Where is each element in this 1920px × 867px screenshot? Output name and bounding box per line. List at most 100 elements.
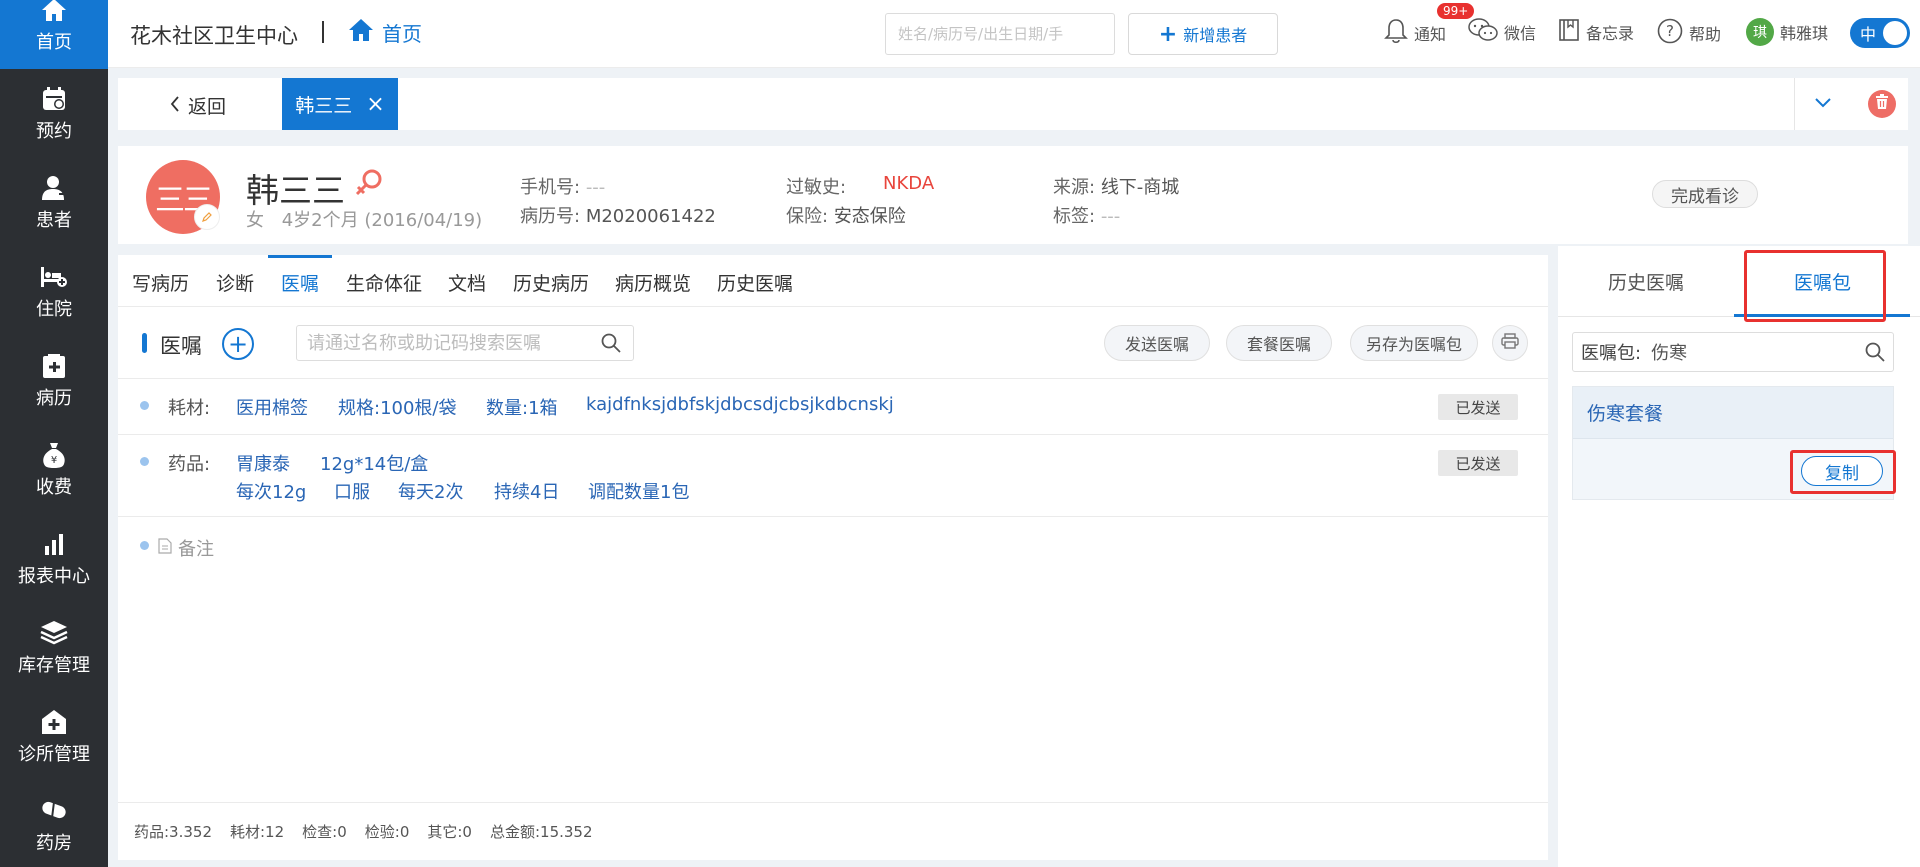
tab-patient-hansansan[interactable]: 韩三三 × [282, 78, 398, 130]
copy-button[interactable]: 复制 [1801, 456, 1883, 486]
title-divider [322, 21, 324, 43]
wechat-button[interactable]: 微信 [1468, 18, 1536, 46]
row-bullet [140, 541, 149, 550]
total-drug: 药品:3.352 [134, 823, 212, 841]
tabbar-divider [1794, 78, 1795, 130]
plus-icon: + [1158, 21, 1178, 47]
patient-tab-bar: 返回 韩三三 × [118, 78, 1908, 130]
row-bullet [140, 457, 149, 466]
tab-order-package[interactable]: 医嘱包 [1794, 268, 1851, 295]
wechat-icon [1468, 18, 1498, 46]
nav-pharmacy[interactable]: 药房 [0, 781, 108, 867]
tag-field: 标签: --- [1053, 202, 1120, 228]
tab-orders[interactable]: 医嘱 [281, 269, 319, 296]
back-button[interactable]: 返回 [170, 92, 226, 119]
total-test: 检验:0 [364, 823, 410, 841]
row-bullet [140, 401, 149, 410]
record-number-label: 病历号: [520, 206, 581, 227]
user-name: 韩雅琪 [1780, 24, 1829, 43]
save-as-package-button[interactable]: 另存为医嘱包 [1350, 325, 1478, 361]
package-card: 伤寒套餐 复制 [1572, 386, 1894, 500]
patient-search-input[interactable] [885, 13, 1115, 55]
order-search-input[interactable] [296, 325, 634, 361]
memo-button[interactable]: 备忘录 [1558, 18, 1634, 46]
source-label: 来源: [1053, 177, 1096, 198]
chevron-left-icon [170, 95, 180, 117]
notification-button[interactable]: 通知 [1384, 18, 1446, 48]
layers-icon [40, 619, 68, 647]
phone-value: --- [585, 177, 606, 198]
record-number-field: 病历号: M2020061422 [520, 202, 716, 228]
total-exam: 检查:0 [302, 823, 347, 841]
chevron-down-icon[interactable] [1814, 94, 1832, 113]
user-menu[interactable]: 琪 韩雅琪 [1746, 18, 1828, 46]
tab-history-orders-right[interactable]: 历史医嘱 [1608, 268, 1684, 295]
order-quantity: 数量:1箱 [486, 398, 558, 419]
source-value: 线下-商城 [1100, 177, 1180, 198]
notebook-icon [1558, 18, 1580, 46]
help-label: 帮助 [1689, 25, 1722, 44]
orders-title: 医嘱 [160, 334, 202, 358]
help-button[interactable]: ? 帮助 [1657, 18, 1721, 48]
tab-record-overview[interactable]: 病历概览 [615, 269, 691, 296]
tab-documents[interactable]: 文档 [448, 269, 486, 296]
package-search-input[interactable] [1651, 341, 1842, 363]
close-icon[interactable]: × [366, 92, 384, 117]
send-order-button[interactable]: 发送医嘱 [1104, 325, 1210, 361]
insurance-field: 保险: 安态保险 [786, 202, 906, 228]
total-amount: 总金额:15.352 [489, 823, 593, 841]
patient-name: 韩三三 [246, 171, 345, 210]
nav-inpatient[interactable]: 住院 [0, 247, 108, 336]
user-avatar: 琪 [1746, 18, 1774, 46]
patient-sex: 女 [246, 210, 264, 231]
nav-home[interactable]: 首页 [0, 0, 108, 69]
order-row-material[interactable]: 耗材: 医用棉签 规格:100根/袋 数量:1箱 kajdfnksjdbfskj… [118, 378, 1548, 434]
nav-appointment[interactable]: 预约 [0, 69, 108, 158]
order-item-name: 胃康泰 [236, 454, 290, 475]
remark-button[interactable]: 备注 [158, 535, 214, 561]
order-type: 耗材: [168, 398, 211, 419]
search-icon[interactable] [1865, 342, 1885, 367]
status-badge: 已发送 [1438, 394, 1518, 420]
back-label: 返回 [188, 96, 227, 118]
tab-history-records[interactable]: 历史病历 [513, 269, 589, 296]
order-row-drug[interactable]: 药品: 胃康泰 12g*14包/盒 每次12g 口服 每天2次 持续4日 调配数… [118, 434, 1548, 516]
nav-reports[interactable]: 报表中心 [0, 514, 108, 603]
tag-value: --- [1100, 206, 1121, 227]
insurance-label: 保险: [786, 206, 829, 227]
row-divider [118, 516, 1548, 517]
print-button[interactable] [1492, 325, 1528, 361]
add-order-button[interactable]: + [222, 328, 254, 360]
record-icon [40, 352, 68, 380]
home-breadcrumb[interactable]: 首页 [348, 18, 422, 47]
tab-vital-signs[interactable]: 生命体征 [346, 269, 422, 296]
patient-info-card: 三三 韩三三 女 4岁2个月 (2016/04/19) 手机号: --- 病历号… [118, 146, 1908, 244]
package-name[interactable]: 伤寒套餐 [1573, 387, 1893, 439]
tab-history-orders[interactable]: 历史医嘱 [717, 269, 793, 296]
total-material: 耗材:12 [230, 823, 285, 841]
tab-diagnosis[interactable]: 诊断 [216, 269, 254, 296]
package-search[interactable]: 医嘱包: [1572, 332, 1894, 372]
bar-chart-icon [40, 530, 68, 558]
nav-clinic-admin[interactable]: 诊所管理 [0, 692, 108, 781]
combo-order-button[interactable]: 套餐医嘱 [1226, 325, 1332, 361]
status-badge: 已发送 [1438, 450, 1518, 476]
nav-billing[interactable]: ¥ 收费 [0, 425, 108, 514]
delete-button[interactable] [1868, 90, 1896, 118]
svg-text:¥: ¥ [51, 455, 57, 466]
order-frequency: 每天2次 [398, 482, 464, 503]
tag-label: 标签: [1053, 206, 1096, 227]
tab-write-record[interactable]: 写病历 [132, 269, 189, 296]
nav-records[interactable]: 病历 [0, 336, 108, 425]
language-toggle[interactable]: 中 [1850, 18, 1910, 48]
new-patient-button[interactable]: + 新增患者 [1128, 13, 1278, 55]
nav-inventory[interactable]: 库存管理 [0, 603, 108, 692]
notification-label: 通知 [1414, 25, 1447, 44]
edit-avatar-button[interactable] [194, 204, 220, 230]
clinic-name: 花木社区卫生中心 [130, 24, 298, 48]
nav-patient[interactable]: 患者 [0, 158, 108, 247]
document-icon [158, 537, 172, 559]
patient-age-dob: 4岁2个月 (2016/04/19) [281, 210, 483, 231]
search-icon[interactable] [601, 333, 621, 357]
finish-visit-button[interactable]: 完成看诊 [1652, 180, 1758, 208]
